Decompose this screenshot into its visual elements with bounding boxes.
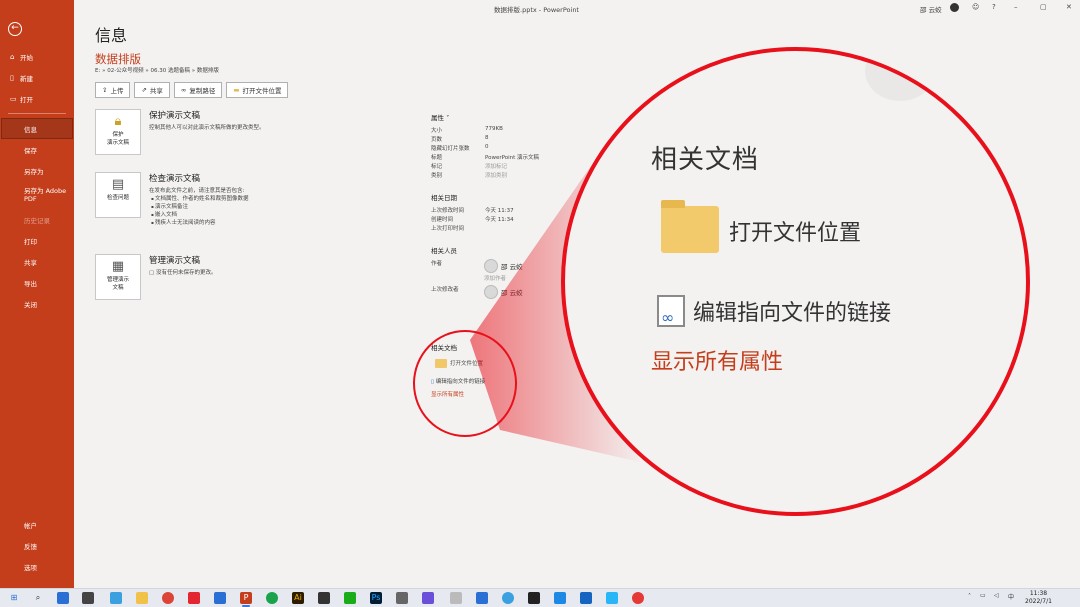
powerpoint-icon[interactable]: P bbox=[240, 592, 252, 607]
file-explorer-icon[interactable] bbox=[136, 592, 148, 604]
windows-start-icon[interactable]: ⊞ bbox=[8, 592, 20, 604]
edit-links-icon: ∞ bbox=[657, 295, 685, 327]
chrome-icon[interactable] bbox=[162, 592, 174, 604]
zoomed-show-all-properties: 显示所有属性 bbox=[651, 350, 784, 375]
app-icon[interactable] bbox=[82, 592, 94, 604]
input-method-icon[interactable]: 中 bbox=[1008, 592, 1014, 601]
clock-time: 11:38 bbox=[1029, 590, 1048, 597]
network-icon[interactable]: ▭ bbox=[980, 592, 986, 599]
app-icon[interactable] bbox=[606, 592, 618, 604]
app-icon[interactable] bbox=[318, 592, 330, 604]
zoomed-edit-file-links: 编辑指向文件的链接 bbox=[693, 301, 892, 326]
system-clock[interactable]: 11:38 2022/7/1 bbox=[1025, 590, 1052, 606]
illustrator-icon[interactable]: Ai bbox=[292, 592, 304, 604]
folder-icon bbox=[661, 200, 719, 253]
app-icon[interactable] bbox=[450, 592, 462, 604]
app-icon[interactable] bbox=[188, 592, 200, 604]
app-icon[interactable] bbox=[580, 592, 592, 604]
app-icon[interactable] bbox=[528, 592, 540, 604]
photoshop-icon[interactable]: Ps bbox=[370, 592, 382, 604]
app-icon[interactable] bbox=[422, 592, 434, 604]
clock-date: 2022/7/1 bbox=[1025, 598, 1052, 605]
volume-icon[interactable]: ◁ bbox=[994, 592, 999, 599]
zoomed-open-file-location: 打开文件位置 bbox=[729, 221, 862, 246]
app-icon[interactable] bbox=[110, 592, 122, 604]
app-icon[interactable] bbox=[396, 592, 408, 604]
search-icon[interactable]: ⌕ bbox=[32, 592, 44, 604]
wechat-icon[interactable] bbox=[344, 592, 356, 604]
magnifier-source-circle bbox=[413, 330, 517, 437]
app-icon[interactable] bbox=[554, 592, 566, 604]
app-icon[interactable] bbox=[502, 592, 514, 604]
magnifier-content: 相关文档 打开文件位置 ∞ 编辑指向文件的链接 显示所有属性 bbox=[565, 51, 1026, 512]
app-icon[interactable] bbox=[476, 592, 488, 604]
app-icon[interactable] bbox=[632, 592, 644, 604]
app-icon[interactable] bbox=[214, 592, 226, 604]
blurred-avatar bbox=[865, 51, 935, 101]
task-view-icon[interactable] bbox=[57, 592, 69, 604]
zoomed-related-documents-heading: 相关文档 bbox=[651, 145, 760, 175]
chevron-up-icon[interactable]: ˄ bbox=[968, 593, 971, 600]
magnifier-zoom-circle: 相关文档 打开文件位置 ∞ 编辑指向文件的链接 显示所有属性 bbox=[561, 47, 1030, 516]
app-icon[interactable] bbox=[266, 592, 278, 604]
windows-taskbar: ⊞ ⌕ P Ai Ps ˄ ▭ ◁ 中 11:38 2022/7/1 bbox=[0, 588, 1080, 607]
